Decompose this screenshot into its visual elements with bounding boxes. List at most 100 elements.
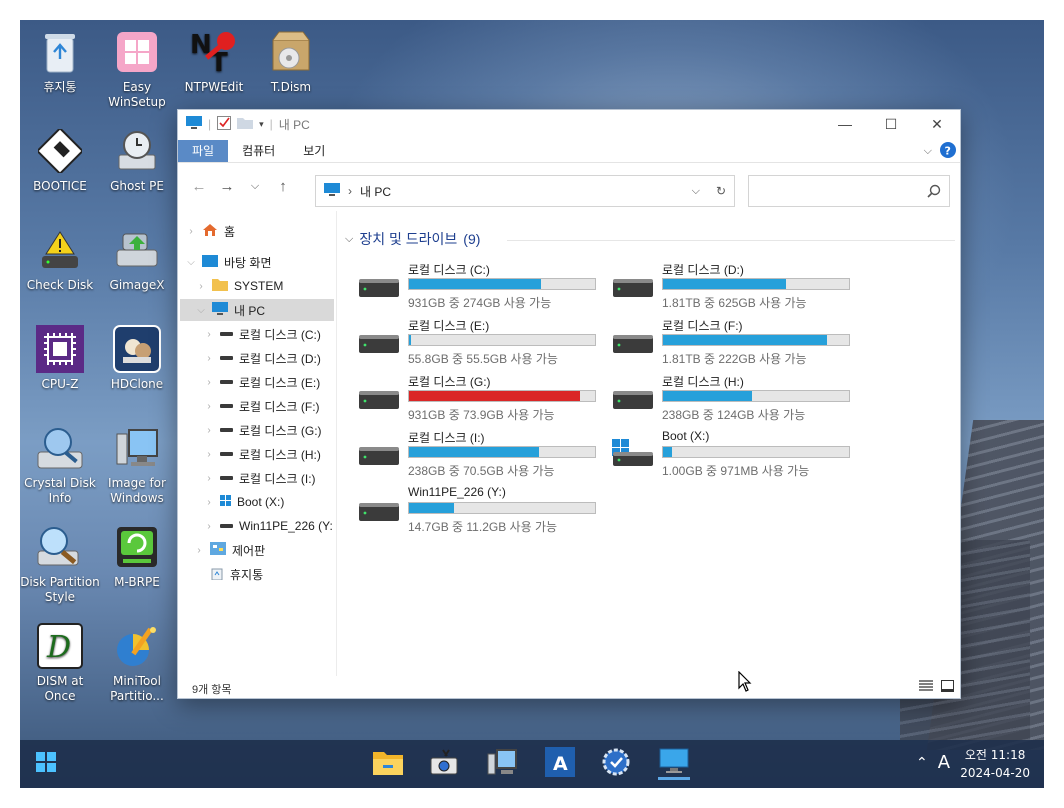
breadcrumb[interactable]: 내 PC [360,183,391,200]
sidebar-item-recycle-bin[interactable]: ›휴지통 [192,563,263,585]
drive-name: 로컬 디스크 (D:) [662,263,744,277]
tab-view[interactable]: 보기 [289,140,339,162]
taskbar-this-pc-active[interactable] [658,748,690,780]
drive-usage-fill [663,391,753,401]
sidebar-item-drive-x[interactable]: › Boot (X:) [202,491,284,513]
back-button[interactable]: ← [185,173,213,201]
customize-qa-icon[interactable]: ▾ [259,119,264,130]
properties-icon[interactable] [217,115,232,133]
chevron-right-icon: › [207,520,211,532]
drive-usage-fill [409,503,454,513]
desktop-icon-m-brpe[interactable]: M-BRPE [97,523,177,590]
file-explorer-window: | ▾ | 내 PC — ☐ ✕ 파일 컴퓨터 보기 ⌵ ? ← → ⌵ ↑ ›… [177,109,961,699]
drive-icon [220,524,233,528]
sidebar-item-drive-d[interactable]: › 로컬 디스크 (D:) [202,347,321,369]
desktop-icon-minitool[interactable]: MiniTool Partitio... [97,622,177,704]
tab-file[interactable]: 파일 [178,140,229,162]
drive-usage-bar [662,446,850,458]
drive-name: Win11PE_226 (Y:) [408,485,506,499]
sidebar-item-drive-c[interactable]: › 로컬 디스크 (C:) [202,323,321,345]
sidebar-item-drive-g[interactable]: › 로컬 디스크 (G:) [202,419,321,441]
desktop-icon-ntpwedit[interactable]: NT NTPWEdit [174,28,254,95]
pc-icon [212,301,228,319]
desktop-icon-image-for-windows[interactable]: Image for Windows [97,424,177,506]
address-dropdown-icon[interactable]: ⌵ [692,185,700,198]
group-header[interactable]: ⌵ 장치 및 드라이브 (9) [345,229,480,249]
desktop-icon-ghost-pe[interactable]: Ghost PE [97,127,177,194]
desktop-icon-dism-at-once[interactable]: D DISM at Once [20,622,100,704]
drive-free-space: 931GB 중 73.9GB 사용 가능 [408,408,555,422]
desktop-icon-disk-partition-style[interactable]: Disk Partition Style [20,523,100,605]
sidebar-item-system[interactable]: › SYSTEM [194,275,283,297]
desktop-icon-hdclone[interactable]: HDClone [97,325,177,392]
taskbar-aomei[interactable]: A [544,747,576,780]
refresh-icon[interactable]: ↻ [716,184,726,198]
window-controls: — ☐ ✕ [822,110,960,138]
search-box[interactable] [748,175,950,207]
minitool-icon [113,622,161,670]
sidebar-item-drive-f[interactable]: › 로컬 디스크 (F:) [202,395,319,417]
recycle-bin-icon [36,28,84,76]
sidebar-item-control-panel[interactable]: › 제어판 [192,539,265,561]
drive-tile[interactable]: 로컬 디스크 (F:) 1.81TB 중 222GB 사용 가능 [612,317,862,367]
expand-ribbon-icon[interactable]: ⌵ [924,145,932,158]
taskbar-image-for-windows[interactable] [486,748,518,780]
desktop-icon-crystal-disk-info[interactable]: Crystal Disk Info [20,424,100,506]
drive-tile[interactable]: 로컬 디스크 (I:) 238GB 중 70.5GB 사용 가능 [358,429,608,479]
drive-tile[interactable]: 로컬 디스크 (G:) 931GB 중 73.9GB 사용 가능 [358,373,608,423]
desktop-icon-easy-winsetup[interactable]: Easy WinSetup [97,28,177,110]
maximize-button[interactable]: ☐ [868,110,914,138]
forward-button[interactable]: → [213,173,241,201]
taskbar-restore-tool[interactable] [600,748,632,780]
group-divider [507,240,955,241]
drive-tile[interactable]: 로컬 디스크 (D:) 1.81TB 중 625GB 사용 가능 [612,261,862,311]
help-icon[interactable]: ? [940,141,956,161]
desktop-icon-cpu-z[interactable]: CPU-Z [20,325,100,392]
sidebar-item-drive-h[interactable]: › 로컬 디스크 (H:) [202,443,321,465]
image-for-windows-icon [486,748,518,780]
address-bar[interactable]: › 내 PC ⌵ ↻ [315,175,735,207]
chevron-right-icon: › [199,280,203,292]
close-button[interactable]: ✕ [914,110,960,138]
desktop-icon-bootice[interactable]: BOOTICE [20,127,100,194]
large-icons-view-icon[interactable] [941,680,954,695]
taskbar-screenshot-tool[interactable] [428,748,460,780]
recent-locations-button[interactable]: ⌵ [241,173,269,201]
sidebar-item-this-pc[interactable]: ⌵ 내 PC [180,299,334,321]
chevron-up-icon[interactable]: ⌃ [916,755,928,771]
sidebar-item-home[interactable]: › 홈 [184,220,235,242]
drive-tile[interactable]: Win11PE_226 (Y:) 14.7GB 중 11.2GB 사용 가능 [358,485,608,535]
sidebar-item-drive-e[interactable]: › 로컬 디스크 (E:) [202,371,320,393]
ime-indicator[interactable]: A [938,752,950,773]
sidebar-item-drive-i[interactable]: › 로컬 디스크 (I:) [202,467,315,489]
desktop-icon-tdism[interactable]: T.Dism [251,28,331,95]
desktop-icon-recycle-bin[interactable]: 휴지통 [20,28,100,95]
desktop-icon-gimagex[interactable]: GimageX [97,226,177,293]
separator: | [208,117,212,131]
new-folder-icon[interactable] [237,117,254,132]
start-button[interactable] [30,748,62,780]
clock[interactable]: 오전 11:18 2024-04-20 [960,746,1030,782]
drive-tile[interactable]: 로컬 디스크 (C:) 931GB 중 274GB 사용 가능 [358,261,608,311]
drive-usage-fill [663,447,673,457]
sidebar-item-drive-y[interactable]: › Win11PE_226 (Y: [202,515,333,537]
up-button[interactable]: ↑ [269,173,297,201]
desktop-icon-check-disk[interactable]: Check Disk [20,226,100,293]
details-view-icon[interactable] [919,680,933,695]
drive-usage-bar [408,278,596,290]
chevron-down-icon: ⌵ [345,232,354,245]
disk-partition-icon [36,523,84,571]
tab-computer[interactable]: 컴퓨터 [228,140,289,162]
drive-tile[interactable]: Boot (X:) 1.00GB 중 971MB 사용 가능 [612,429,862,479]
recycle-bin-icon [210,566,224,583]
drive-icon [220,356,233,360]
drive-usage-bar [408,446,596,458]
drive-tile[interactable]: 로컬 디스크 (E:) 55.8GB 중 55.5GB 사용 가능 [358,317,608,367]
sidebar-item-desktop[interactable]: ⌵ 바탕 화면 [184,251,272,273]
minimize-button[interactable]: — [822,110,868,138]
drive-tile[interactable]: 로컬 디스크 (H:) 238GB 중 124GB 사용 가능 [612,373,862,423]
title-bar: | ▾ | 내 PC — ☐ ✕ [178,110,960,138]
taskbar-file-explorer[interactable] [372,748,404,780]
ghost-drive-icon [113,127,161,175]
drive-usage-bar [408,390,596,402]
